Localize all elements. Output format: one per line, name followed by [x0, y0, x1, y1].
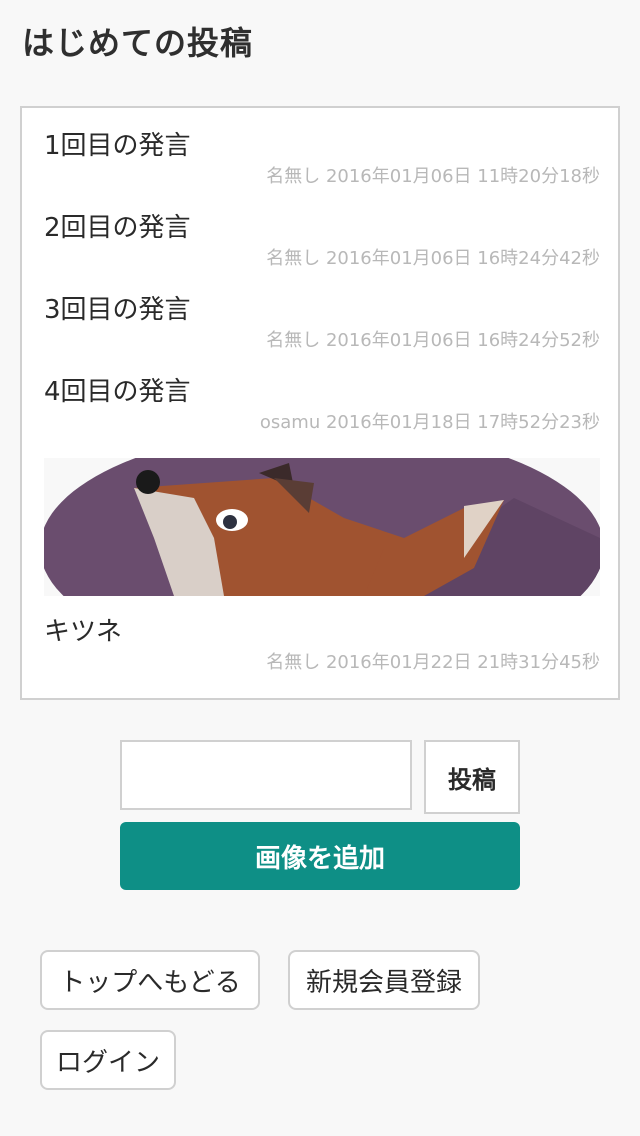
post-image: [44, 458, 600, 596]
post-meta: 名無し 2016年01月22日 21時31分45秒: [266, 652, 600, 673]
thread-box: 1回目の発言 名無し 2016年01月06日 11時20分18秒 2回目の発言 …: [20, 106, 620, 700]
post-item: 4回目の発言 osamu 2016年01月18日 17時52分23秒: [44, 374, 600, 436]
back-to-top-button[interactable]: トップへもどる: [40, 950, 260, 1010]
post-item: 3回目の発言 名無し 2016年01月06日 16時24分52秒: [44, 292, 600, 354]
page-title: はじめての投稿: [22, 24, 254, 62]
post-text: 2回目の発言: [44, 213, 191, 243]
register-button[interactable]: 新規会員登録: [288, 950, 480, 1010]
post-text: 1回目の発言: [44, 131, 191, 161]
post-meta: 名無し 2016年01月06日 16時24分52秒: [266, 330, 600, 351]
login-button[interactable]: ログイン: [40, 1030, 176, 1090]
post-text: 3回目の発言: [44, 295, 191, 325]
post-text: 4回目の発言: [44, 377, 191, 407]
fox-illustration-icon: [44, 458, 600, 596]
page: はじめての投稿 1回目の発言 名無し 2016年01月06日 11時20分18秒…: [0, 0, 640, 1136]
post-meta: osamu 2016年01月18日 17時52分23秒: [259, 412, 600, 433]
post-input[interactable]: [120, 740, 412, 810]
post-item: 1回目の発言 名無し 2016年01月06日 11時20分18秒: [44, 128, 600, 190]
post-text: キツネ: [44, 617, 123, 647]
post-item: 2回目の発言 名無し 2016年01月06日 16時24分42秒: [44, 210, 600, 272]
post-meta: 名無し 2016年01月06日 16時24分42秒: [266, 248, 600, 269]
submit-post-button[interactable]: 投稿: [424, 740, 520, 814]
add-image-button[interactable]: 画像を追加: [120, 822, 520, 890]
post-item: キツネ 名無し 2016年01月22日 21時31分45秒: [44, 614, 600, 676]
post-meta: 名無し 2016年01月06日 11時20分18秒: [266, 166, 600, 187]
